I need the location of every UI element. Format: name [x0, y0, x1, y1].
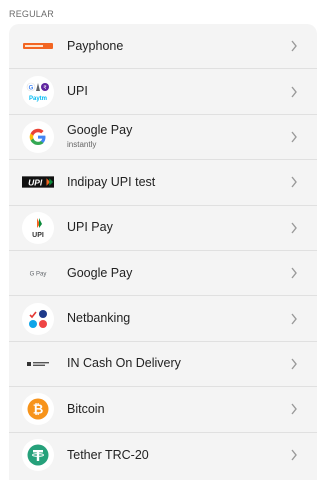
- payment-method-payphone[interactable]: Payphone: [9, 24, 317, 70]
- gpay-icon: G Pay: [22, 257, 54, 289]
- google-g-icon: [22, 120, 54, 153]
- svg-text:₹: ₹: [43, 85, 46, 91]
- svg-text:UPI: UPI: [32, 232, 44, 239]
- payment-method-upi[interactable]: G ₹ Paytm UPI: [9, 69, 317, 115]
- method-name: UPI Pay: [67, 220, 113, 235]
- method-name: Google Pay: [67, 265, 133, 280]
- payment-method-tether-trc20[interactable]: Tether TRC-20: [9, 433, 317, 478]
- payment-methods-list: Payphone G ₹ Paytm UPI Google Pay instan…: [9, 24, 317, 480]
- method-name: IN Cash On Delivery: [67, 356, 181, 371]
- payment-method-google-pay[interactable]: G Pay Google Pay: [9, 251, 317, 297]
- method-name: UPI: [67, 84, 88, 99]
- chevron-right-icon: [285, 267, 303, 279]
- bitcoin-icon: ₿: [22, 393, 54, 426]
- svg-text:G: G: [29, 85, 34, 91]
- svg-text:G Pay: G Pay: [30, 272, 47, 278]
- tether-icon: [22, 439, 54, 472]
- svg-text:UPI: UPI: [28, 178, 43, 188]
- method-name: Google Pay: [67, 123, 133, 138]
- upi-apps-icon: G ₹ Paytm: [22, 75, 54, 108]
- payment-method-google-pay-instant[interactable]: Google Pay instantly: [9, 115, 317, 161]
- netbanking-icon: [22, 302, 54, 335]
- svg-text:Paytm: Paytm: [29, 96, 47, 102]
- chevron-right-icon: [285, 222, 303, 234]
- method-subtitle: instantly: [67, 140, 97, 150]
- method-name: Tether TRC-20: [67, 447, 149, 462]
- chevron-right-icon: [285, 176, 303, 188]
- cod-icon: [22, 348, 54, 380]
- svg-text:₿: ₿: [33, 403, 44, 418]
- payment-method-bitcoin[interactable]: ₿ Bitcoin: [9, 387, 317, 433]
- payment-method-indipay-upi-test[interactable]: UPI Indipay UPI test: [9, 160, 317, 206]
- chevron-right-icon: [285, 403, 303, 415]
- upi-logo-icon: UPI: [22, 166, 54, 198]
- chevron-right-icon: [285, 40, 303, 52]
- method-name: Bitcoin: [67, 401, 105, 416]
- chevron-right-icon: [285, 313, 303, 325]
- section-label: REGULAR: [9, 9, 54, 19]
- chevron-right-icon: [285, 358, 303, 370]
- payment-method-netbanking[interactable]: Netbanking: [9, 296, 317, 342]
- method-name: Indipay UPI test: [67, 174, 156, 189]
- chevron-right-icon: [285, 449, 303, 461]
- chevron-right-icon: [285, 131, 303, 143]
- method-name: Netbanking: [67, 311, 131, 326]
- chevron-right-icon: [285, 86, 303, 98]
- payment-method-upi-pay[interactable]: UPI UPI Pay: [9, 206, 317, 251]
- payphone-logo-icon: [22, 30, 54, 62]
- payment-method-cash-on-delivery[interactable]: IN Cash On Delivery: [9, 342, 317, 388]
- method-name: Payphone: [67, 38, 124, 53]
- upi-pay-icon: UPI: [22, 211, 54, 244]
